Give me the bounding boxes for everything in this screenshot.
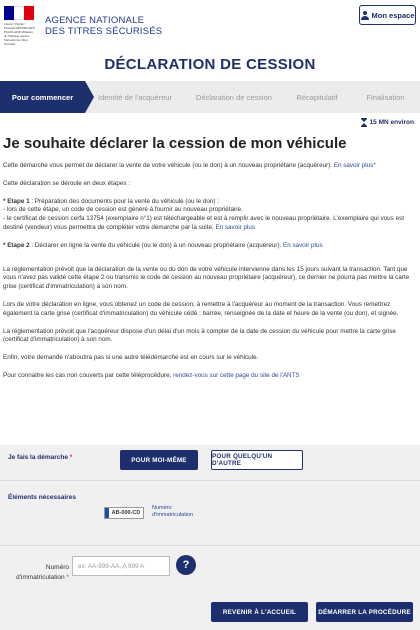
progress-steps: Pour commencer Identité de l'acquéreur D…: [0, 81, 420, 113]
license-plate-example: AB-000-CD: [104, 507, 144, 519]
step-declaration-cession: Déclaration de cession: [196, 92, 272, 102]
step-recapitulatif: Récapitulatif: [296, 92, 338, 102]
intro-paragraph: Cette démarche vous permet de déclarer l…: [3, 162, 376, 169]
user-icon: [360, 10, 369, 20]
my-account-button[interactable]: Mon espace: [359, 5, 416, 25]
registration-number-input[interactable]: [72, 556, 170, 576]
instructions: Cette démarche vous permet de déclarer l…: [3, 162, 415, 390]
plate-note: Numéro d'immatriculation: [152, 505, 194, 518]
step1-line3: - le certificat de cession cerfa 13754 (…: [3, 215, 404, 231]
logo-text: Liberté • Égalité • Fraternité RÉPUBLIQU…: [4, 22, 36, 46]
main-heading: Je souhaite déclarer la cession de mon v…: [3, 135, 347, 152]
divider: [0, 480, 420, 481]
code-paragraph: Lors de votre déclaration en ligne, vous…: [3, 300, 399, 317]
page-title: DÉCLARATION DE CESSION: [104, 56, 316, 73]
regulation-paragraph: La réglementation prévoit que la déclara…: [3, 265, 410, 291]
intro-more-link[interactable]: En savoir plus*: [334, 162, 376, 169]
estimated-duration: 15 MN environ: [360, 118, 414, 127]
not-covered-paragraph: Pour connaitre les cas non couverts par …: [3, 371, 300, 379]
steps-intro: Cette déclaration se déroule en deux éta…: [3, 179, 131, 187]
french-flag-icon: [4, 6, 34, 20]
deadline-paragraph: La réglementation prévoit que l'acquéreu…: [3, 327, 396, 344]
step1-line2: - lors de cette étape, un code de cessio…: [3, 206, 243, 214]
header: Liberté • Égalité • Fraternité RÉPUBLIQU…: [0, 0, 420, 50]
step1-paragraph: * Etape 1 : Préparation des documents po…: [3, 197, 219, 205]
for-someone-else-button[interactable]: POUR QUELQU'UN D'AUTRE: [211, 450, 303, 470]
my-account-label: Mon espace: [371, 10, 415, 20]
hourglass-icon: [360, 118, 367, 127]
help-icon[interactable]: ?: [176, 555, 196, 575]
back-home-button[interactable]: REVENIR À L'ACCUEIL: [211, 602, 308, 622]
demarche-label: Je fais la démarche *: [8, 454, 73, 461]
republique-francaise-logo: Liberté • Égalité • Fraternité RÉPUBLIQU…: [4, 6, 36, 46]
agency-name: AGENCE NATIONALE DES TITRES SÉCURISÉS: [45, 15, 162, 37]
pending-paragraph: Enfin, votre demande n'aboutira pas si u…: [3, 354, 259, 362]
required-elements-label: Éléments nécessaires: [8, 494, 76, 501]
agency-name-line2: DES TITRES SÉCURISÉS: [45, 26, 163, 37]
agency-name-line1: AGENCE NATIONALE: [45, 15, 145, 26]
ants-page-link[interactable]: rendez-vous sur cette page du site de l'…: [173, 372, 300, 379]
start-procedure-button[interactable]: DÉMARRER LA PROCÉDURE: [316, 602, 413, 622]
step2-more-link[interactable]: En savoir plus: [283, 242, 323, 249]
registration-number-label: Numéro d'immatriculation *: [16, 564, 69, 581]
step-finalisation: Finalisation: [366, 92, 405, 102]
step1-more-link[interactable]: En savoir plus: [215, 224, 255, 231]
duration-label: 15 MN environ: [369, 119, 414, 126]
step-identite-acquereur: Identité de l'acquéreur: [98, 92, 172, 102]
step-pour-commencer: Pour commencer: [0, 81, 94, 113]
step2-paragraph: * Etape 2 : Déclarer en ligne la vente d…: [3, 241, 323, 249]
divider: [0, 545, 420, 546]
plate-number: AB-000-CD: [111, 510, 141, 516]
for-myself-button[interactable]: POUR MOI-MÊME: [120, 450, 198, 470]
